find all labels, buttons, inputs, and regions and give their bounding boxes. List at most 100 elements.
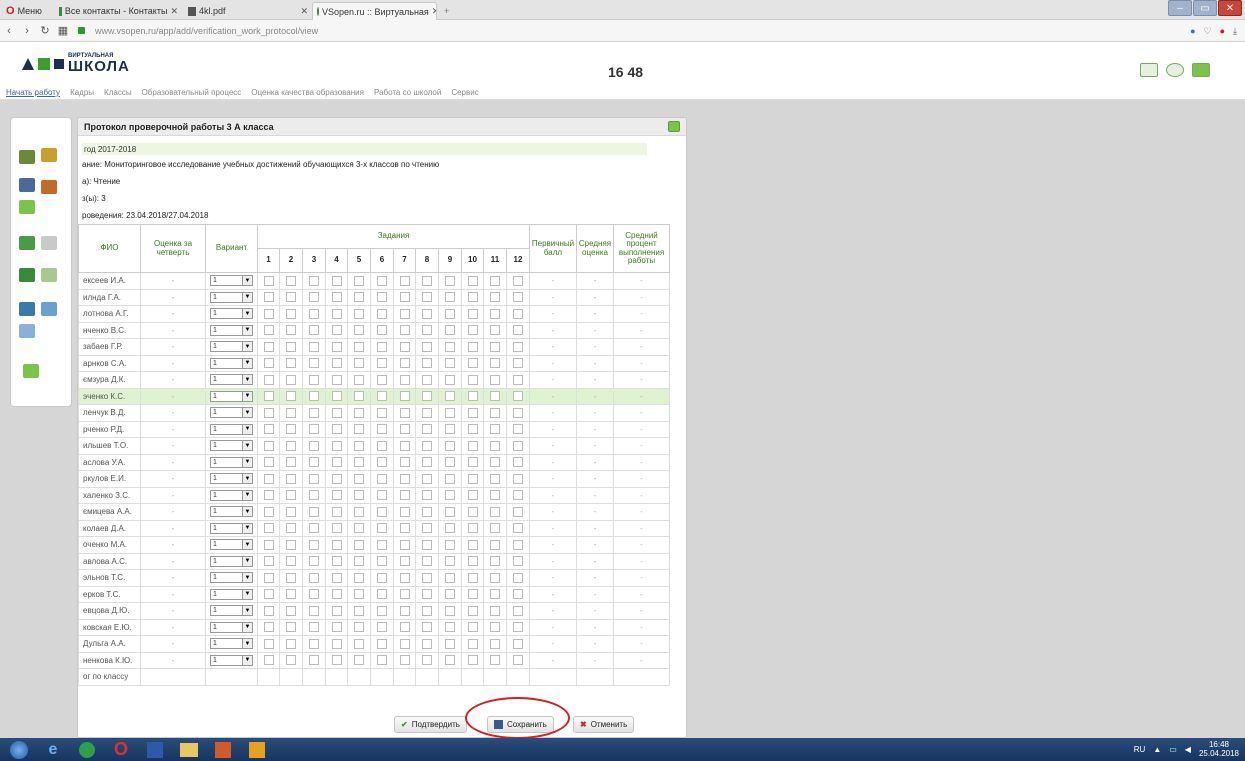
task-score-input[interactable] (513, 292, 523, 303)
task-score-input[interactable] (377, 391, 387, 402)
task-score-input[interactable] (263, 325, 274, 336)
task-score-input[interactable] (399, 506, 410, 517)
variant-select[interactable]: 1 ▼ (210, 291, 253, 303)
task-score-input[interactable] (263, 556, 274, 567)
table-row[interactable]: ркулов Е.И. -1 ▼ - - - (78, 470, 670, 488)
task-score-input[interactable] (490, 292, 500, 303)
task-score-input[interactable] (467, 655, 478, 666)
task-score-input[interactable] (513, 457, 523, 468)
task-score-input[interactable] (513, 391, 523, 402)
close-window-button[interactable]: ✕ (1218, 0, 1242, 16)
menu-item-service[interactable]: Сервис (451, 88, 478, 97)
task-score-input[interactable] (331, 506, 342, 517)
task-score-input[interactable] (309, 572, 319, 583)
task-score-input[interactable] (513, 539, 523, 550)
task-score-input[interactable] (354, 622, 364, 633)
task-score-input[interactable] (445, 325, 455, 336)
task-score-input[interactable] (263, 341, 274, 352)
task-score-input[interactable] (309, 358, 319, 369)
task-score-input[interactable] (377, 572, 387, 583)
task-score-input[interactable] (354, 407, 364, 418)
maximize-button[interactable]: ▭ (1193, 0, 1217, 16)
download-icon[interactable]: ⤓ (1233, 26, 1237, 37)
table-row[interactable]: ерков Т.С. -1 ▼ - - - (78, 585, 670, 603)
task-score-input[interactable] (467, 292, 478, 303)
close-icon[interactable]: ✕ (170, 6, 178, 17)
table-row[interactable]: Дульга А.А. -1 ▼ - - - (78, 635, 670, 653)
task-score-input[interactable] (399, 407, 410, 418)
stats-icon[interactable] (19, 324, 35, 338)
task-score-input[interactable] (445, 622, 455, 633)
task-score-input[interactable] (354, 341, 364, 352)
task-score-input[interactable] (467, 275, 478, 286)
journal-icon[interactable] (41, 268, 57, 282)
variant-select[interactable]: 1 ▼ (210, 407, 253, 419)
table-row[interactable]: евцова Д.Ю. -1 ▼ - - - (78, 602, 670, 620)
exit-icon[interactable] (1192, 63, 1210, 77)
table-row[interactable]: ненкова К.Ю. -1 ▼ - - - (78, 651, 670, 669)
task-score-input[interactable] (286, 506, 296, 517)
task-score-input[interactable] (399, 523, 410, 534)
task-score-input[interactable] (513, 556, 523, 567)
task-score-input[interactable] (263, 308, 274, 319)
tab-pdf[interactable]: 4kl.pdf ✕ (184, 2, 312, 20)
chart-icon[interactable] (1140, 63, 1158, 77)
volume-icon[interactable]: ◀ (1185, 745, 1191, 754)
task-score-input[interactable] (513, 605, 523, 616)
task-score-input[interactable] (377, 292, 387, 303)
task-score-input[interactable] (490, 638, 500, 649)
task-score-input[interactable] (422, 622, 432, 633)
task-score-input[interactable] (399, 424, 410, 435)
task-score-input[interactable] (513, 407, 523, 418)
task-score-input[interactable] (513, 374, 523, 385)
url-field[interactable]: www.vsopen.ru/app/add/verification_work_… (95, 26, 318, 36)
task-score-input[interactable] (422, 424, 432, 435)
task-score-input[interactable] (286, 572, 296, 583)
tab-menu[interactable]: O Меню (2, 2, 52, 20)
task-score-input[interactable] (399, 457, 410, 468)
task-score-input[interactable] (422, 457, 432, 468)
task-score-input[interactable] (377, 440, 387, 451)
table-row[interactable]: эльнов Т.С. -1 ▼ - - - (78, 569, 670, 587)
task-score-input[interactable] (399, 308, 410, 319)
ie-icon[interactable]: e (38, 740, 68, 760)
task-score-input[interactable] (354, 556, 364, 567)
variant-select[interactable]: 1 ▼ (210, 638, 253, 650)
powerpoint-icon[interactable] (208, 740, 238, 760)
task-score-input[interactable] (467, 605, 478, 616)
task-score-input[interactable] (422, 440, 432, 451)
task-score-input[interactable] (263, 572, 274, 583)
table-row[interactable]: аслова У.А. -1 ▼ - - - (78, 453, 670, 471)
variant-select[interactable]: 1 ▼ (210, 489, 253, 501)
task-score-input[interactable] (331, 490, 342, 501)
task-score-input[interactable] (422, 490, 432, 501)
task-score-input[interactable] (286, 424, 296, 435)
task-score-input[interactable] (263, 622, 274, 633)
menu-item-classes[interactable]: Классы (104, 88, 132, 97)
task-score-input[interactable] (286, 341, 296, 352)
task-score-input[interactable] (354, 325, 364, 336)
classroom-icon[interactable] (41, 180, 57, 194)
task-score-input[interactable] (399, 374, 410, 385)
task-score-input[interactable] (309, 341, 319, 352)
group-icon[interactable] (19, 178, 35, 192)
task-score-input[interactable] (445, 292, 455, 303)
variant-select[interactable]: 1 ▼ (210, 440, 253, 452)
task-score-input[interactable] (422, 374, 432, 385)
task-score-input[interactable] (286, 374, 296, 385)
task-score-input[interactable] (422, 275, 432, 286)
task-score-input[interactable] (422, 605, 432, 616)
task-score-input[interactable] (331, 341, 342, 352)
document-icon[interactable] (41, 236, 57, 250)
task-score-input[interactable] (399, 325, 410, 336)
new-tab-button[interactable]: + (440, 2, 456, 20)
task-score-input[interactable] (286, 391, 296, 402)
table-row[interactable]: ковская Е.Ю. -1 ▼ - - - (78, 618, 670, 636)
menu-item-start[interactable]: Начать работу (6, 88, 60, 97)
task-score-input[interactable] (331, 622, 342, 633)
task-score-input[interactable] (354, 440, 364, 451)
task-score-input[interactable] (354, 605, 364, 616)
tab-vsopen[interactable]: VSopen.ru :: Виртуальная ✕ (312, 2, 437, 20)
task-score-input[interactable] (309, 440, 319, 451)
task-score-input[interactable] (263, 440, 274, 451)
